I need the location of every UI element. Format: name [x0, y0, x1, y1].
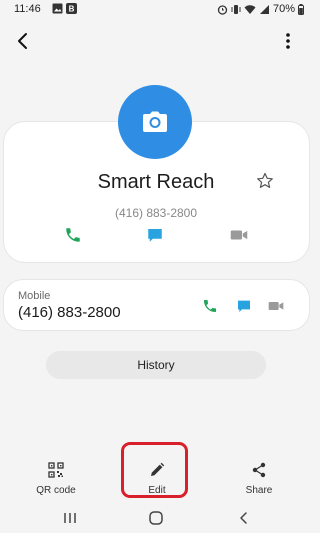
camera-icon — [143, 111, 167, 132]
share-button[interactable]: Share — [224, 460, 294, 496]
more-options-button[interactable] — [278, 30, 298, 52]
mobile-number: (416) 883-2800 — [18, 304, 121, 321]
star-icon — [257, 172, 273, 188]
system-back-button[interactable] — [235, 510, 253, 526]
battery-text: 70% — [272, 3, 295, 15]
phone-icon — [204, 300, 216, 312]
video-camera-icon — [230, 230, 248, 240]
video-call-button[interactable] — [228, 224, 250, 246]
b-app-icon: B — [66, 3, 77, 14]
system-icons: 70% — [217, 3, 304, 15]
mobile-call-button[interactable] — [199, 295, 221, 317]
contact-avatar[interactable] — [118, 85, 192, 159]
qr-code-label: QR code — [36, 485, 76, 496]
history-button[interactable]: History — [46, 351, 266, 379]
qr-code-button[interactable]: QR code — [21, 460, 91, 496]
message-icon — [148, 229, 162, 242]
status-time: 11:46 — [14, 3, 41, 15]
navigation-bar — [0, 503, 312, 533]
signal-icon — [259, 4, 270, 15]
svg-text:B: B — [69, 5, 75, 14]
qr-code-icon — [48, 462, 64, 478]
status-bar: 11:46 B 70% — [0, 0, 312, 20]
share-label: Share — [245, 485, 273, 496]
back-arrow-icon — [18, 33, 27, 49]
call-button[interactable] — [62, 224, 84, 246]
alarm-icon — [217, 4, 228, 15]
recent-apps-button[interactable] — [61, 510, 79, 526]
notification-icons: B — [52, 3, 77, 14]
home-button[interactable] — [147, 510, 165, 526]
mobile-video-call-button[interactable] — [265, 295, 287, 317]
favorite-button[interactable] — [256, 172, 274, 190]
vibrate-icon — [231, 4, 241, 15]
wifi-icon — [244, 4, 256, 15]
message-icon — [238, 300, 250, 312]
message-button[interactable] — [144, 224, 166, 246]
video-camera-icon — [268, 302, 284, 310]
edit-highlight-box — [121, 442, 188, 498]
mobile-label: Mobile — [18, 290, 51, 302]
share-icon — [252, 462, 266, 478]
recent-apps-icon — [64, 513, 76, 523]
back-chevron-icon — [240, 512, 247, 524]
home-icon — [149, 511, 163, 525]
gallery-icon — [52, 3, 63, 14]
back-button[interactable] — [12, 30, 34, 52]
mobile-message-button[interactable] — [233, 295, 255, 317]
battery-icon — [298, 3, 304, 15]
contact-phone: (416) 883-2800 — [114, 206, 198, 220]
more-vertical-icon — [286, 33, 290, 49]
phone-icon — [66, 228, 80, 242]
